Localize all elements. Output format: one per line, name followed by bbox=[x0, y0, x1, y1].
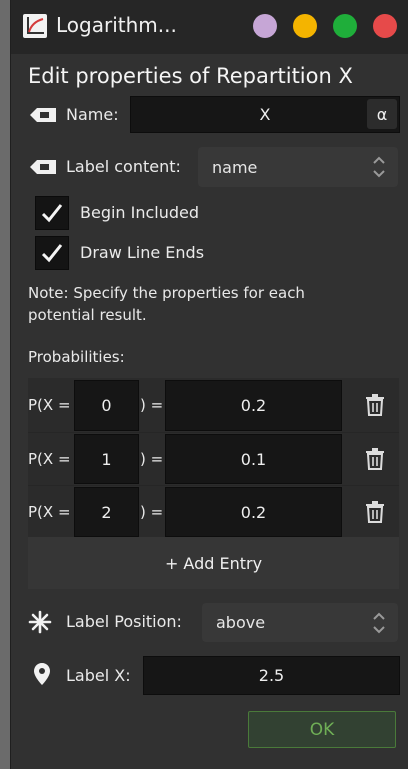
entry-suffix: ) = bbox=[140, 396, 164, 414]
row-divider bbox=[28, 432, 399, 433]
ok-button[interactable]: OK bbox=[248, 711, 396, 748]
entry-x-field[interactable]: 1 bbox=[74, 434, 139, 484]
trash-icon[interactable] bbox=[365, 501, 385, 523]
checkmark-icon bbox=[41, 244, 63, 263]
label-x-field[interactable]: 2.5 bbox=[143, 656, 400, 695]
up-down-chevron-icon bbox=[373, 612, 385, 633]
label-position-value: above bbox=[216, 613, 266, 632]
entry-suffix: ) = bbox=[140, 450, 164, 468]
name-value: X bbox=[259, 105, 271, 124]
alpha-button[interactable]: α bbox=[367, 99, 397, 129]
name-label: Name: bbox=[66, 105, 119, 124]
label-content-label: Label content: bbox=[66, 157, 181, 176]
window-title: Logarithm... bbox=[56, 13, 177, 37]
tag-icon bbox=[28, 158, 58, 176]
minimize-button[interactable] bbox=[293, 14, 317, 38]
entry-suffix: ) = bbox=[140, 503, 164, 521]
label-x-value: 2.5 bbox=[258, 666, 285, 685]
entry-x-value: 1 bbox=[101, 449, 112, 469]
logarithm-app-icon bbox=[23, 14, 47, 38]
entry-x-value: 0 bbox=[101, 396, 112, 415]
window-control-lilac[interactable] bbox=[253, 14, 277, 38]
close-button[interactable] bbox=[373, 14, 397, 38]
row-divider bbox=[28, 485, 399, 486]
label-x-label: Label X: bbox=[66, 666, 131, 685]
tag-icon bbox=[28, 106, 58, 124]
maximize-button[interactable] bbox=[333, 14, 357, 38]
entry-x-field[interactable]: 2 bbox=[74, 487, 139, 537]
entry-probability-field[interactable]: 0.1 bbox=[165, 434, 342, 484]
up-down-chevron-icon bbox=[373, 156, 385, 178]
title-bar: Logarithm... bbox=[11, 0, 408, 54]
entry-probability-field[interactable]: 0.2 bbox=[165, 487, 342, 537]
map-pin-icon bbox=[33, 662, 51, 686]
name-field[interactable]: X bbox=[130, 96, 400, 133]
label-position-label: Label Position: bbox=[66, 612, 182, 631]
draw-line-ends-checkbox[interactable] bbox=[35, 236, 69, 270]
entry-x-value: 2 bbox=[101, 502, 112, 522]
entry-probability-value: 0.2 bbox=[240, 396, 267, 415]
label-content-value: name bbox=[212, 157, 258, 177]
label-position-select[interactable]: above bbox=[202, 603, 398, 642]
checkmark-icon bbox=[41, 204, 63, 223]
trash-icon[interactable] bbox=[365, 448, 385, 470]
begin-included-label: Begin Included bbox=[80, 203, 200, 222]
note-text: Note: Specify the properties for each po… bbox=[28, 284, 305, 324]
probabilities-label: Probabilities: bbox=[28, 348, 125, 366]
label-content-select[interactable]: name bbox=[198, 147, 398, 187]
dialog-heading: Edit properties of Repartition X bbox=[28, 64, 353, 88]
dialog-window: Logarithm... Edit properties of Repartit… bbox=[10, 0, 408, 769]
draw-line-ends-label: Draw Line Ends bbox=[80, 243, 205, 262]
entry-prefix: P(X = bbox=[28, 450, 71, 468]
trash-icon[interactable] bbox=[365, 394, 385, 416]
entry-probability-value: 0.2 bbox=[240, 502, 267, 522]
entry-prefix: P(X = bbox=[28, 396, 71, 414]
begin-included-checkbox[interactable] bbox=[35, 196, 69, 230]
add-entry-button[interactable]: + Add Entry bbox=[28, 537, 399, 589]
entry-probability-value: 0.1 bbox=[240, 449, 267, 469]
entry-probability-field[interactable]: 0.2 bbox=[165, 380, 342, 431]
entry-prefix: P(X = bbox=[28, 503, 71, 521]
asterisk-icon bbox=[28, 610, 52, 634]
entry-x-field[interactable]: 0 bbox=[74, 380, 139, 431]
